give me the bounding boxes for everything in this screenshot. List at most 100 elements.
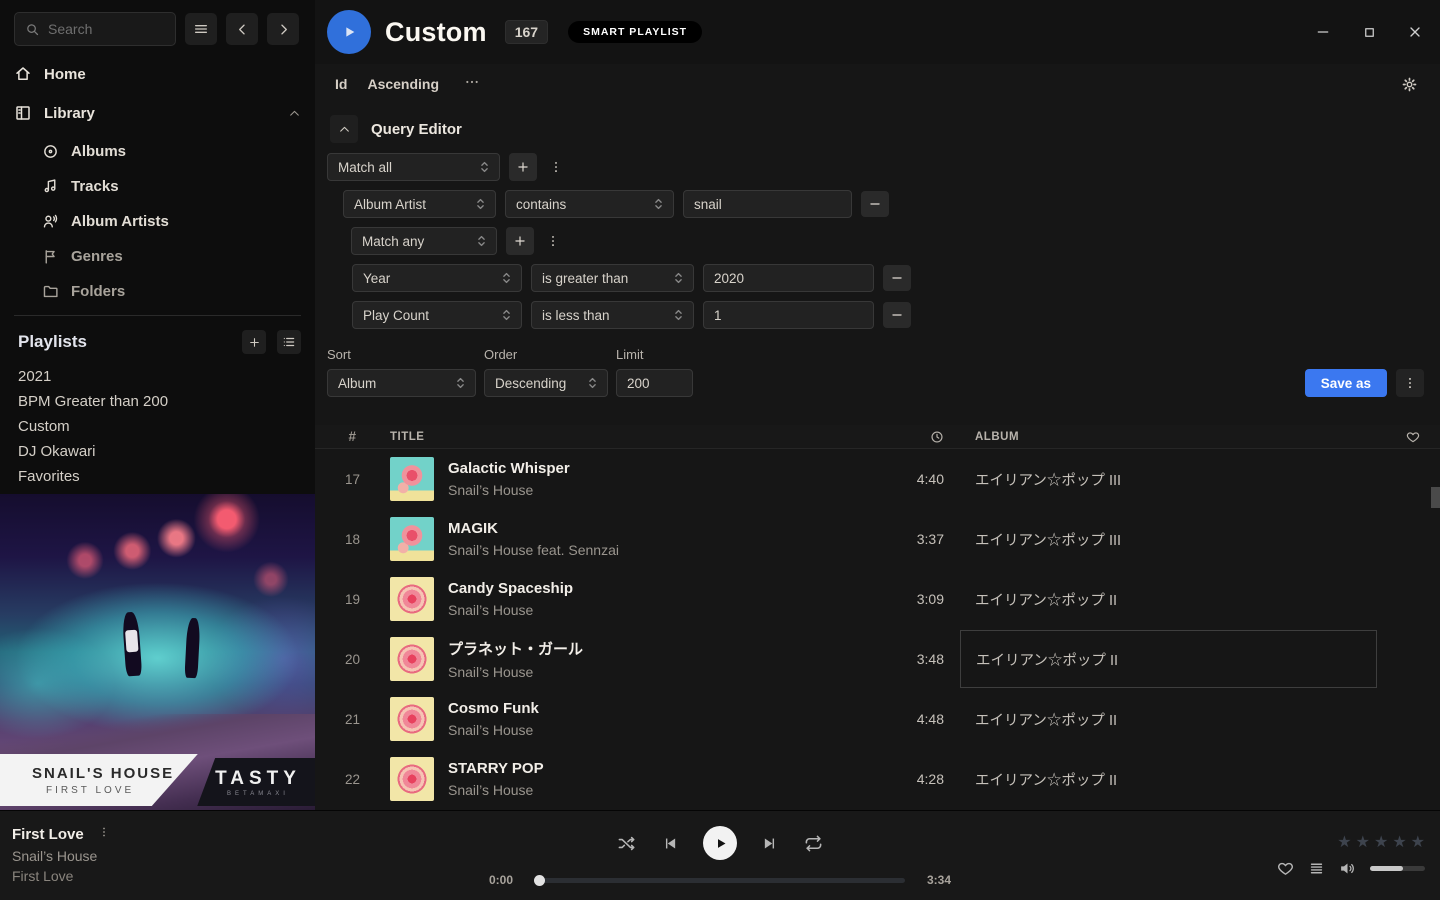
- previous-track-button[interactable]: [661, 835, 678, 852]
- rule-operator-select[interactable]: is less than: [531, 301, 694, 329]
- now-playing-album[interactable]: First Love: [12, 868, 480, 884]
- sidebar-item-album-artists[interactable]: Album Artists: [42, 210, 301, 232]
- add-rule-button[interactable]: [506, 227, 534, 255]
- star-icon[interactable]: ★: [1356, 835, 1370, 851]
- order-select[interactable]: Descending: [484, 369, 608, 397]
- track-album-focused[interactable]: エイリアン☆ポップ II: [960, 630, 1377, 688]
- save-options-button[interactable]: [1396, 369, 1424, 397]
- nav-forward-button[interactable]: [267, 13, 299, 45]
- music-app-window: Home Library Albums Tracks Al: [0, 0, 1440, 900]
- queue-button[interactable]: [1308, 860, 1325, 877]
- seek-handle[interactable]: [534, 875, 545, 886]
- track-title: Galactic Whisper: [448, 460, 570, 477]
- sidebar-item-tracks[interactable]: Tracks: [42, 175, 301, 197]
- sidebar-item-library[interactable]: Library: [14, 101, 301, 125]
- playlist-item[interactable]: BPM Greater than 200: [18, 389, 301, 414]
- sidebar-item-genres[interactable]: Genres: [42, 245, 301, 267]
- rating-stars[interactable]: ★ ★ ★ ★ ★: [1337, 835, 1425, 851]
- now-playing-title[interactable]: First Love: [12, 826, 84, 843]
- add-rule-button[interactable]: [509, 153, 537, 181]
- playlist-item[interactable]: DJ Okawari: [18, 439, 301, 464]
- now-playing-album-art[interactable]: SNAIL'S HOUSE FIRST LOVE TASTY BETAMAXI: [0, 494, 315, 810]
- playlist-item[interactable]: Custom: [18, 414, 301, 439]
- track-duration: 4:48: [880, 711, 960, 727]
- playlist-item[interactable]: Favorites: [18, 464, 301, 489]
- nav-back-button[interactable]: [226, 13, 258, 45]
- rule-operator-select[interactable]: contains: [505, 190, 674, 218]
- favorite-button[interactable]: [1277, 860, 1294, 877]
- remove-rule-button[interactable]: [861, 191, 889, 217]
- select-caret-icon: [476, 197, 485, 211]
- track-album[interactable]: エイリアン☆ポップ II: [960, 589, 1385, 610]
- rule-field-select[interactable]: Album Artist: [343, 190, 496, 218]
- save-as-button[interactable]: Save as: [1305, 369, 1387, 397]
- star-icon[interactable]: ★: [1337, 835, 1351, 851]
- search-input[interactable]: [48, 21, 165, 37]
- play-playlist-button[interactable]: [327, 10, 371, 54]
- add-playlist-button[interactable]: [242, 330, 266, 354]
- sidebar-item-folders[interactable]: Folders: [42, 280, 301, 302]
- track-row[interactable]: 18 MAGIK Snail’s House feat. Sennzai 3:3…: [315, 509, 1440, 569]
- star-icon[interactable]: ★: [1411, 835, 1425, 851]
- sidebar-item-albums[interactable]: Albums: [42, 140, 301, 162]
- column-header-title[interactable]: TITLE: [390, 431, 880, 443]
- window-minimize-button[interactable]: [1314, 23, 1332, 41]
- column-header-duration[interactable]: [880, 430, 960, 444]
- sort-select[interactable]: Album: [327, 369, 476, 397]
- collapse-query-editor-button[interactable]: [330, 115, 358, 143]
- track-album[interactable]: エイリアン☆ポップ III: [960, 469, 1385, 490]
- rule-value-input[interactable]: [714, 271, 863, 286]
- shuffle-button[interactable]: [617, 834, 636, 853]
- now-playing-options-button[interactable]: [98, 825, 110, 844]
- window-close-button[interactable]: [1406, 23, 1424, 41]
- rule-value-input[interactable]: [714, 308, 863, 323]
- volume-fill: [1370, 866, 1403, 871]
- rule-field-select[interactable]: Year: [352, 264, 522, 292]
- chevron-up-icon[interactable]: [288, 107, 301, 120]
- playlist-item[interactable]: 2021: [18, 364, 301, 389]
- settings-button[interactable]: [1401, 76, 1418, 93]
- column-header-album[interactable]: ALBUM: [960, 431, 1385, 443]
- select-caret-icon: [480, 160, 489, 174]
- rule-field-select[interactable]: Play Count: [352, 301, 522, 329]
- track-row[interactable]: 21 Cosmo Funk Snail’s House 4:48 エイリアン☆ポ…: [315, 689, 1440, 749]
- match-type-select[interactable]: Match all: [327, 153, 500, 181]
- remove-rule-button[interactable]: [883, 302, 911, 328]
- remove-rule-button[interactable]: [883, 265, 911, 291]
- volume-slider[interactable]: [1370, 866, 1425, 871]
- sort-direction-button[interactable]: Ascending: [367, 76, 439, 92]
- next-track-button[interactable]: [762, 835, 779, 852]
- group-options-button[interactable]: [546, 153, 566, 181]
- track-row[interactable]: 19 Candy Spaceship Snail’s House 3:09 エイ…: [315, 569, 1440, 629]
- limit-input[interactable]: [627, 376, 682, 391]
- track-row[interactable]: 22 STARRY POP Snail’s House 4:28 エイリアン☆ポ…: [315, 749, 1440, 809]
- more-options-button[interactable]: [463, 74, 481, 95]
- track-album[interactable]: エイリアン☆ポップ II: [960, 709, 1385, 730]
- group-options-button[interactable]: [543, 227, 563, 255]
- search-box[interactable]: [14, 12, 176, 46]
- rule-value-input[interactable]: [694, 197, 841, 212]
- player-controls: 0:00 3:34: [480, 811, 960, 900]
- column-header-index[interactable]: #: [315, 429, 390, 444]
- sort-field-button[interactable]: Id: [335, 76, 347, 92]
- track-row[interactable]: 17 Galactic Whisper Snail’s House 4:40 エ…: [315, 449, 1440, 509]
- track-album[interactable]: エイリアン☆ポップ II: [960, 769, 1385, 790]
- star-icon[interactable]: ★: [1374, 835, 1388, 851]
- column-header-favorite[interactable]: [1385, 430, 1440, 444]
- track-album[interactable]: エイリアン☆ポップ III: [960, 529, 1385, 550]
- repeat-button[interactable]: [804, 834, 823, 853]
- rule-operator-select[interactable]: is greater than: [531, 264, 694, 292]
- playlists-list: 2021 BPM Greater than 200 Custom DJ Okaw…: [0, 354, 315, 489]
- track-row[interactable]: 20 プラネット・ガール Snail’s House 3:48 エイリアン☆ポッ…: [315, 629, 1440, 689]
- menu-button[interactable]: [185, 13, 217, 45]
- star-icon[interactable]: ★: [1392, 835, 1406, 851]
- scrollbar-thumb[interactable]: [1431, 487, 1440, 508]
- volume-button[interactable]: [1339, 860, 1356, 877]
- window-maximize-button[interactable]: [1360, 23, 1378, 41]
- play-pause-button[interactable]: [703, 826, 737, 860]
- match-type-select[interactable]: Match any: [351, 227, 497, 255]
- playlist-list-options-button[interactable]: [277, 330, 301, 354]
- now-playing-artist[interactable]: Snail’s House: [12, 848, 480, 864]
- sidebar-item-home[interactable]: Home: [14, 62, 301, 86]
- seek-bar[interactable]: [535, 878, 905, 883]
